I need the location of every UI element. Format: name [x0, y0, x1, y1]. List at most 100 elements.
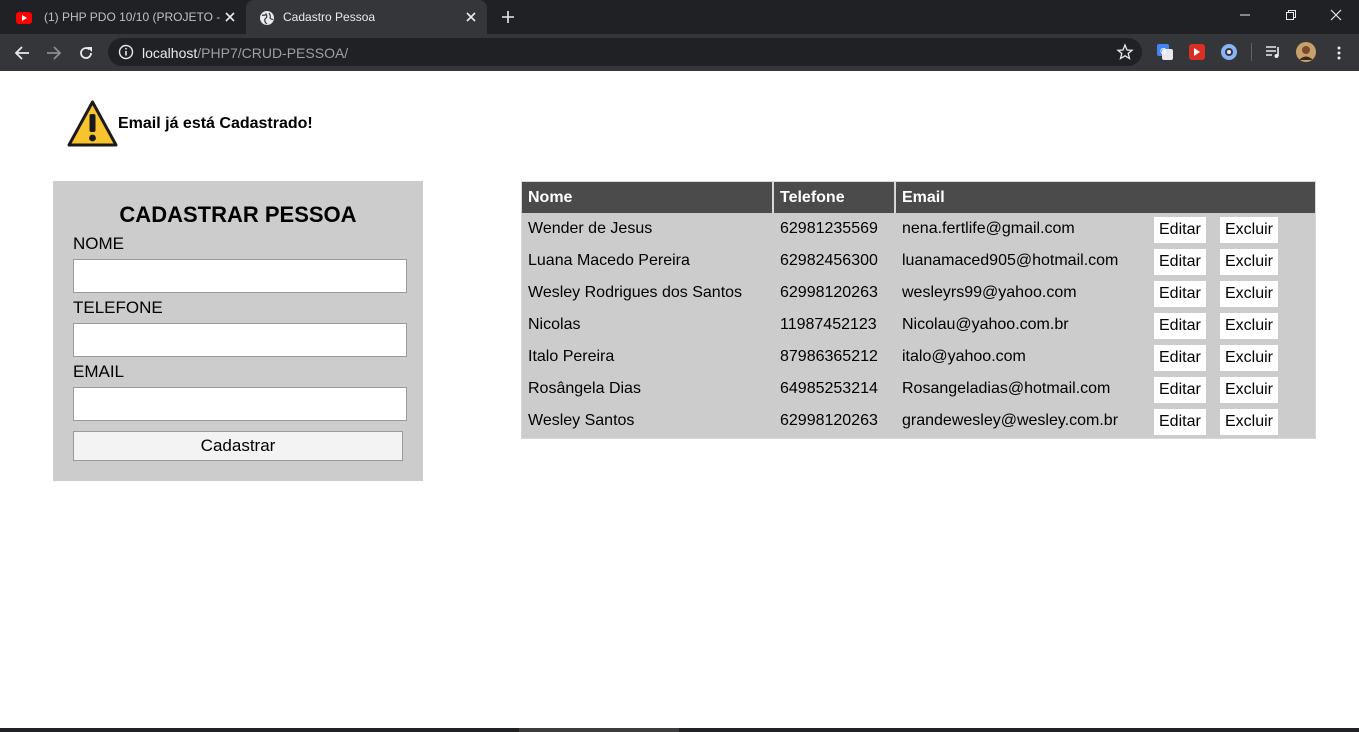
cell-email: luanamaced905@hotmail.com: [902, 252, 1119, 269]
tab-youtube[interactable]: (1) PHP PDO 10/10 (PROJETO - E: [0, 0, 246, 34]
forward-arrow-icon[interactable]: [42, 41, 66, 65]
edit-button[interactable]: Editar: [1154, 248, 1206, 275]
telefone-label: TELEFONE: [73, 298, 163, 317]
browser-toolbar: localhost/PHP7/CRUD-PESSOA/ G: [0, 34, 1359, 71]
cadastrar-button[interactable]: Cadastrar: [73, 431, 403, 461]
tab-title: Cadastro Pessoa: [283, 10, 376, 24]
extension-circle-icon[interactable]: [1220, 43, 1238, 61]
cell-telefone: 62998120263: [780, 412, 878, 429]
delete-button[interactable]: Excluir: [1220, 312, 1279, 339]
svg-text:G: G: [1160, 47, 1166, 56]
cell-delete: Excluir: [1220, 309, 1315, 341]
table-row: Wesley Santos 62998120263 grandewesley@wes…: [522, 405, 1315, 437]
table-row: Wender de Jesus 62981235569 nena.fertlife@…: [522, 213, 1315, 245]
url-text: localhost/PHP7/CRUD-PESSOA/: [142, 45, 349, 61]
header-nome: Nome: [522, 182, 774, 213]
tab-title: (1) PHP PDO 10/10 (PROJETO - E: [44, 10, 220, 24]
alert-message: Email já está Cadastrado!: [118, 115, 313, 132]
tab-cadastro-pessoa[interactable]: Cadastro Pessoa: [246, 0, 487, 34]
warning-icon: [67, 100, 118, 147]
restore-icon[interactable]: [1268, 0, 1314, 30]
cell-delete: Excluir: [1220, 213, 1315, 245]
taskbar-highlight: [519, 728, 679, 732]
taskbar-edge: [0, 728, 1359, 732]
cell-nome: Luana Macedo Pereira: [528, 252, 690, 269]
cell-nome: Wender de Jesus: [528, 220, 653, 237]
delete-button[interactable]: Excluir: [1220, 216, 1279, 243]
cell-email: italo@yahoo.com: [902, 348, 1026, 365]
cell-delete: Excluir: [1220, 405, 1315, 437]
minimize-icon[interactable]: [1222, 0, 1268, 30]
cell-telefone: 64985253214: [780, 380, 878, 397]
cell-nome: Rosângela Dias: [528, 380, 641, 397]
cell-telefone: 62998120263: [780, 284, 878, 301]
cell-delete: Excluir: [1220, 373, 1315, 405]
cell-email: grandewesley@wesley.com.br: [902, 412, 1119, 429]
cell-edit: Editar: [1154, 341, 1220, 373]
edit-button[interactable]: Editar: [1154, 216, 1206, 243]
people-table: Nome Telefone Email Wender de Jesus 62981…: [522, 182, 1315, 437]
reload-icon[interactable]: [74, 41, 98, 65]
cell-delete: Excluir: [1220, 277, 1315, 309]
table-row: Wesley Rodrigues dos Santos 62998120263 we…: [522, 277, 1315, 309]
delete-button[interactable]: Excluir: [1220, 408, 1279, 435]
cell-email: Nicolau@yahoo.com.br: [902, 316, 1069, 333]
profile-avatar[interactable]: [1296, 42, 1316, 62]
header-telefone: Telefone: [774, 182, 896, 213]
table-row: Nicolas 11987452123 Nicolau@yahoo.com.br Ed…: [522, 309, 1315, 341]
media-queue-icon[interactable]: [1264, 43, 1282, 61]
close-icon[interactable]: [222, 9, 238, 25]
delete-button[interactable]: Excluir: [1220, 248, 1279, 275]
nome-label: NOME: [73, 234, 124, 253]
bookmark-star-icon[interactable]: [1116, 43, 1134, 61]
table-header-row: Nome Telefone Email: [522, 182, 1315, 213]
telefone-input[interactable]: [73, 323, 407, 357]
globe-icon: [260, 11, 274, 25]
cell-edit: Editar: [1154, 277, 1220, 309]
edit-button[interactable]: Editar: [1154, 376, 1206, 403]
close-icon[interactable]: [463, 9, 479, 25]
header-email: Email: [896, 182, 1315, 213]
delete-button[interactable]: Excluir: [1220, 344, 1279, 371]
cell-telefone: 87986365212: [780, 348, 878, 365]
table-row: Luana Macedo Pereira 62982456300 luanamace…: [522, 245, 1315, 277]
nome-input[interactable]: [73, 259, 407, 293]
browser-tab-bar: (1) PHP PDO 10/10 (PROJETO - E Cadastro …: [0, 0, 1359, 34]
edit-button[interactable]: Editar: [1154, 312, 1206, 339]
video-downloader-icon[interactable]: [1188, 43, 1206, 61]
cell-nome: Wesley Rodrigues dos Santos: [528, 284, 743, 301]
cell-telefone: 62982456300: [780, 252, 878, 269]
cell-email: wesleyrs99@yahoo.com: [902, 284, 1077, 301]
email-input[interactable]: [73, 387, 407, 421]
window-close-icon[interactable]: [1313, 0, 1359, 30]
cell-delete: Excluir: [1220, 341, 1315, 373]
edit-button[interactable]: Editar: [1154, 280, 1206, 307]
cell-edit: Editar: [1154, 405, 1220, 437]
table-row: Rosângela Dias 64985253214 Rosangeladias@h…: [522, 373, 1315, 405]
cell-telefone: 62981235569: [780, 220, 878, 237]
back-arrow-icon[interactable]: [10, 41, 34, 65]
toolbar-separator: [1251, 43, 1252, 61]
address-bar[interactable]: localhost/PHP7/CRUD-PESSOA/: [108, 38, 1142, 66]
cell-telefone: 11987452123: [780, 316, 877, 333]
table-body: Wender de Jesus 62981235569 nena.fertlife@…: [522, 213, 1315, 437]
people-table-container: Nome Telefone Email Wender de Jesus 62981…: [521, 181, 1316, 439]
more-options-icon[interactable]: [1327, 41, 1351, 65]
google-translate-icon[interactable]: G: [1156, 43, 1174, 61]
delete-button[interactable]: Excluir: [1220, 280, 1279, 307]
new-tab-plus-icon[interactable]: [498, 7, 518, 27]
cell-email: nena.fertlife@gmail.com: [902, 220, 1075, 237]
cell-edit: Editar: [1154, 309, 1220, 341]
edit-button[interactable]: Editar: [1154, 408, 1206, 435]
cell-edit: Editar: [1154, 213, 1220, 245]
cell-email: Rosangeladias@hotmail.com: [902, 380, 1111, 397]
table-row: Italo Pereira 87986365212 italo@yahoo.com E…: [522, 341, 1315, 373]
delete-button[interactable]: Excluir: [1220, 376, 1279, 403]
youtube-icon: [16, 12, 32, 24]
cell-edit: Editar: [1154, 373, 1220, 405]
info-icon[interactable]: [118, 44, 134, 60]
form-title: CADASTRAR PESSOA: [119, 202, 357, 227]
error-alert: Email já está Cadastrado!: [67, 99, 313, 149]
edit-button[interactable]: Editar: [1154, 344, 1206, 371]
cell-delete: Excluir: [1220, 245, 1315, 277]
